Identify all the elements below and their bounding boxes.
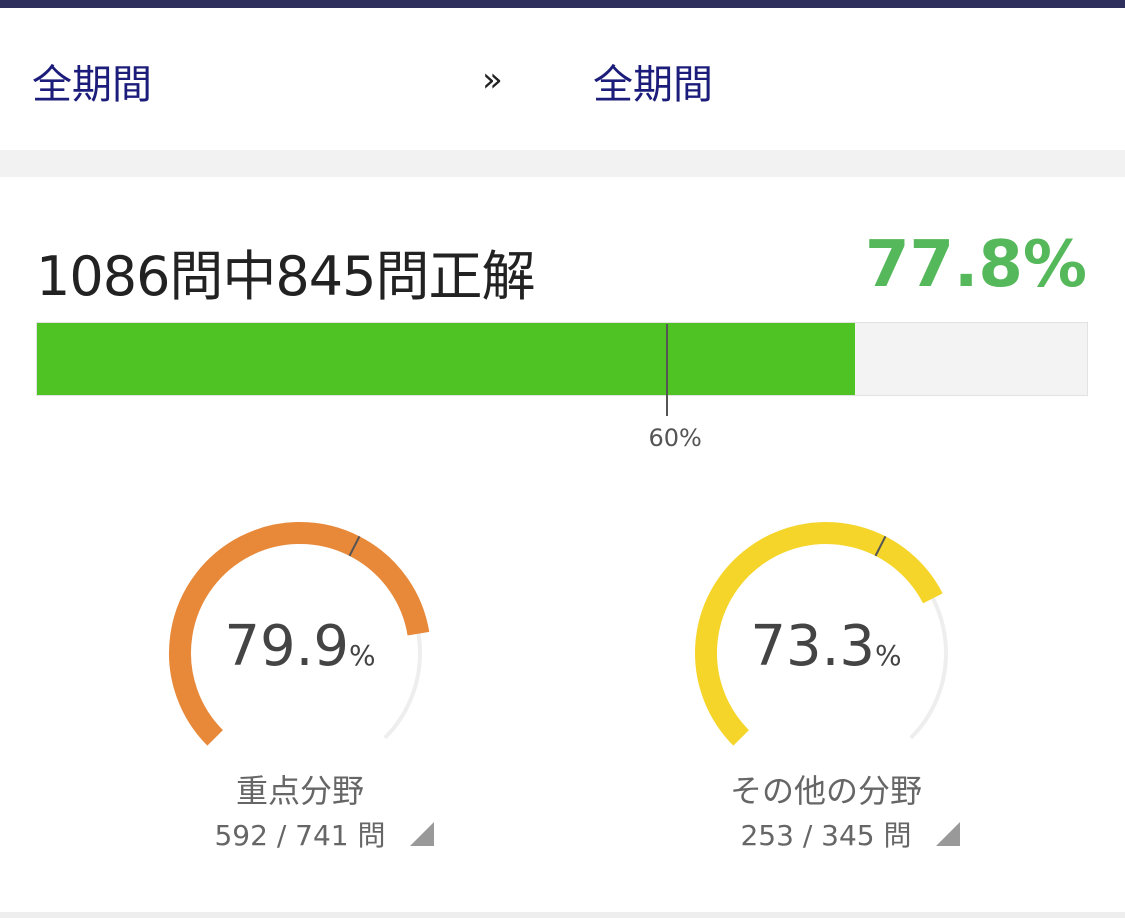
progress-bar-fill (37, 323, 856, 395)
gauge-count: 592 / 741 問 (214, 819, 386, 852)
gauge-value: 73.3% (750, 614, 902, 679)
pass-mark-label: 60% (648, 424, 702, 452)
bottom-divider (0, 912, 1125, 918)
gauge-value: 79.9% (224, 614, 376, 679)
gauge-name: 重点分野 (235, 772, 364, 810)
triangle-icon[interactable] (410, 822, 434, 846)
pass-mark-line (666, 324, 669, 416)
gauge-other-area[interactable]: 73.3% その他の分野 253 / 345 問 (676, 510, 976, 860)
separator: » (482, 60, 503, 100)
top-bar (0, 0, 1125, 8)
period-to-link[interactable]: 全期間 (593, 52, 713, 110)
section-divider (0, 150, 1125, 177)
triangle-icon[interactable] (936, 822, 960, 846)
gauge-name: その他の分野 (729, 772, 922, 810)
gauge-count: 253 / 345 問 (740, 819, 912, 852)
summary-text: 1086問中845問正解 (36, 245, 535, 308)
gauge-focus-area[interactable]: 79.9% 重点分野 592 / 741 問 (150, 510, 450, 860)
overall-percent: 77.8% (864, 228, 1087, 302)
period-from-link[interactable]: 全期間 (32, 52, 152, 110)
progress-bar (36, 322, 1088, 396)
